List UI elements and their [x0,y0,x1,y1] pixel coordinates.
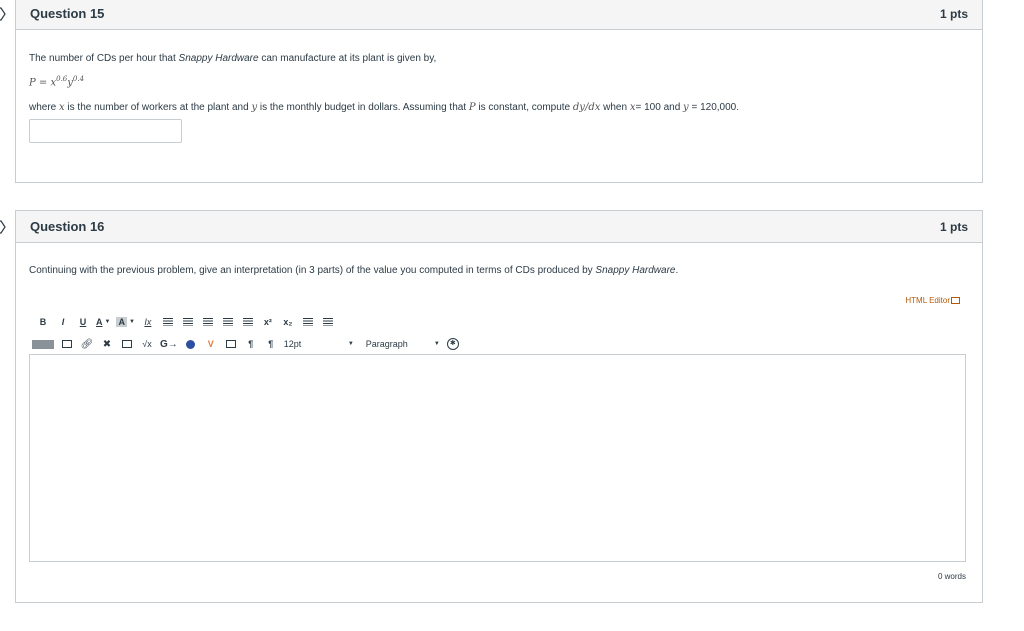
background-color-button[interactable]: A ▼ [116,315,135,329]
insert-table-button[interactable] [32,337,54,351]
unlink-button[interactable]: ✖︎ [100,337,114,351]
image-button[interactable] [120,337,134,351]
indent-button[interactable] [221,315,235,329]
italic-button[interactable]: I [56,315,70,329]
align-right-icon [202,318,213,326]
question-15-header: Question 15 1 pts [16,0,982,30]
indent-icon [222,318,233,326]
question-15-text-line3: where x is the number of workers at the … [29,102,740,113]
embed-icon: G→ [160,338,178,350]
flag-icon[interactable] [0,7,6,21]
outdent-icon [242,318,253,326]
block-format-select[interactable]: Paragraph ▼ [366,337,440,351]
underline-button[interactable]: U [76,315,90,329]
editor-toolbar-row1: B I U A ▼ A ▼ Ix x² x₂ [36,315,341,329]
media-icon [62,340,72,348]
equation-button[interactable]: √x [140,337,154,351]
rtl-button[interactable]: ¶ [264,337,278,351]
align-center-button[interactable] [181,315,195,329]
font-color-button[interactable]: A ▼ [96,315,110,329]
html-editor-link[interactable]: HTML Editor [905,296,960,305]
subscript-button[interactable]: x₂ [281,315,295,329]
link-icon: 🔗︎ [80,338,94,350]
align-left-icon [162,318,173,326]
question-16-header: Question 16 1 pts [16,211,982,243]
chevron-down-icon: ▼ [128,319,135,325]
align-left-button[interactable] [161,315,175,329]
accessibility-icon: ✱ [446,338,459,350]
accessibility-button[interactable]: ✱ [446,337,460,351]
chevron-down-icon: ▼ [347,341,354,347]
chevron-down-icon: ▼ [433,341,440,347]
bold-button[interactable]: B [36,315,50,329]
question-15-answer-input[interactable] [29,119,182,143]
media-button[interactable] [60,337,74,351]
chevron-down-icon: ▼ [104,319,111,325]
embed-button[interactable]: G→ [160,337,178,351]
align-center-icon [182,318,193,326]
record-media-button[interactable] [224,337,238,351]
question-15-text-line1: The number of CDs per hour that Snappy H… [29,53,437,64]
link-button[interactable]: 🔗︎ [80,337,94,351]
question-15-title: Question 15 [30,6,105,21]
bullet-list-button[interactable] [301,315,315,329]
kaltura-button[interactable]: V [204,337,218,351]
flag-icon[interactable] [0,220,6,234]
numbered-list-button[interactable] [321,315,335,329]
question-15-formula: P = x0.6y0.4 [29,75,85,89]
unlink-icon: ✖︎ [102,338,112,350]
word-count: 0 words [937,572,966,581]
numbered-list-icon [322,318,333,326]
question-15-card: Question 15 1 pts The number of CDs per … [15,0,983,183]
image-icon [122,340,132,348]
lti-icon [186,339,196,349]
superscript-button[interactable]: x² [261,315,275,329]
question-16-text: Continuing with the previous problem, gi… [29,265,679,276]
record-icon [225,340,236,348]
question-15-points: 1 pts [939,6,968,21]
align-right-button[interactable] [201,315,215,329]
editor-toolbar-row2: 🔗︎ ✖︎ √x G→ V ¶ ¶ 12pt ▼ Paragraph ▼ ✱ [32,337,466,351]
question-16-points: 1 pts [939,219,968,234]
question-16-title: Question 16 [30,219,105,234]
ltr-button[interactable]: ¶ [244,337,258,351]
font-size-select[interactable]: 12pt ▼ [284,337,354,351]
bullet-list-icon [302,318,313,326]
lti-tool-button[interactable] [184,337,198,351]
kaltura-icon: V [207,339,214,349]
outdent-button[interactable] [241,315,255,329]
clear-formatting-button[interactable]: Ix [141,315,155,329]
question-16-card: Question 16 1 pts Continuing with the pr… [15,210,983,603]
rich-text-editor-area[interactable] [29,354,966,562]
